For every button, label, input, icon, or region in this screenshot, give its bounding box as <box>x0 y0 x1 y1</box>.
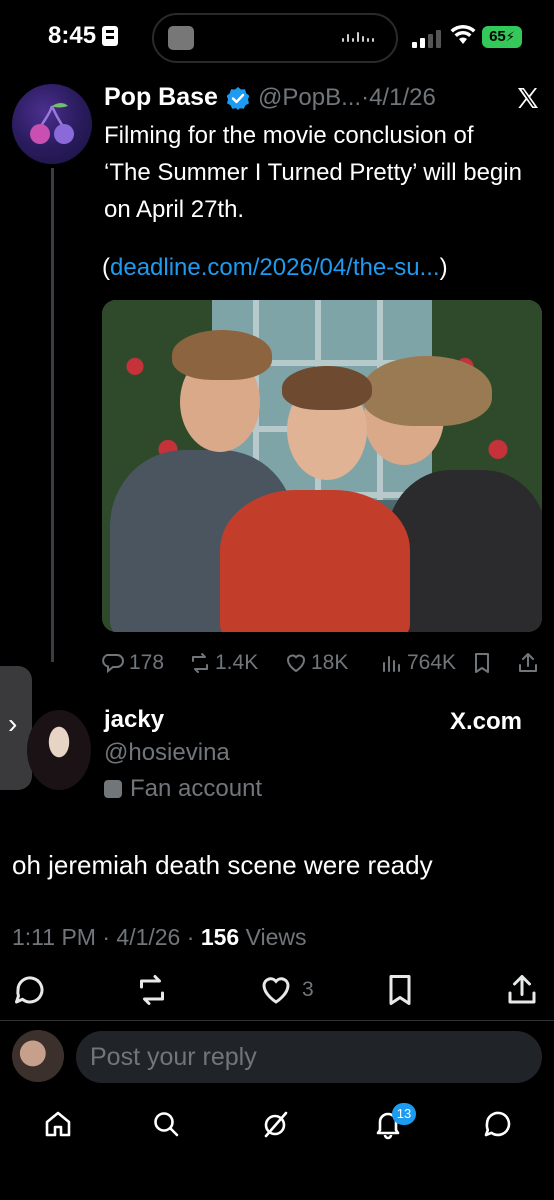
heart-icon <box>286 654 306 673</box>
link-url[interactable]: deadline.com/2026/04/the-su... <box>110 254 440 281</box>
reply-button[interactable]: 178 <box>102 648 164 678</box>
search-icon[interactable] <box>150 1108 182 1140</box>
thread-line <box>51 168 54 662</box>
id-card-icon <box>102 26 118 46</box>
avatar[interactable] <box>12 1030 64 1082</box>
tweet-link[interactable]: (deadline.com/2026/04/the-su...) <box>102 254 448 282</box>
status-bar: 8:45 65⚡ <box>0 0 554 80</box>
reply-author-handle[interactable]: @hosievina <box>104 739 230 767</box>
reply-text: oh jeremiah death scene were ready <box>12 850 433 880</box>
grok-icon[interactable] <box>260 1108 292 1140</box>
tweet-text: Filming for the movie conclusion of ‘The… <box>104 122 522 223</box>
source-label[interactable]: X.com <box>450 708 522 736</box>
dynamic-island[interactable] <box>152 13 398 63</box>
audio-wave-icon <box>342 32 376 46</box>
bottom-nav <box>0 1100 554 1150</box>
messages-icon[interactable] <box>482 1108 514 1140</box>
reply-input[interactable] <box>90 1031 520 1083</box>
reply-actions <box>0 972 554 1012</box>
avatar[interactable] <box>27 710 91 790</box>
verified-badge-icon <box>226 87 250 110</box>
bookmark-button[interactable] <box>470 648 497 678</box>
reply-icon <box>102 654 124 674</box>
views-button[interactable]: 764K <box>380 648 456 678</box>
share-icon[interactable] <box>504 972 540 1008</box>
x-logo-icon <box>518 88 538 108</box>
chevron-right-icon: › <box>8 708 18 739</box>
side-panel-tab[interactable]: › <box>0 666 32 790</box>
repost-icon <box>192 653 208 673</box>
image-person-center <box>220 490 410 632</box>
avatar[interactable] <box>12 84 92 164</box>
battery-indicator: 65⚡ <box>482 26 522 48</box>
share-button[interactable] <box>516 648 543 678</box>
charging-bolt-icon: ⚡ <box>505 29 515 44</box>
album-art-icon <box>168 26 194 50</box>
fan-account-label: Fan account <box>104 775 262 803</box>
cellular-signal-icon <box>412 28 442 48</box>
reply-composer[interactable] <box>76 1031 542 1083</box>
tweet-actions: 178 1.4K 18K 764K <box>102 648 542 678</box>
like-button[interactable]: 18K <box>284 648 348 678</box>
share-icon <box>519 653 537 672</box>
image-person-right <box>387 470 542 632</box>
repost-icon[interactable] <box>134 972 170 1008</box>
wifi-icon <box>450 24 476 44</box>
like-count: 3 <box>302 978 314 1001</box>
bookmark-icon <box>475 653 489 673</box>
cherries-icon <box>30 103 74 144</box>
analytics-icon <box>383 656 400 672</box>
mask-icon <box>104 780 122 798</box>
tweet-image[interactable] <box>102 300 542 632</box>
tweet-meta: 1:11 PM · 4/1/26 · 156 Views <box>12 924 307 950</box>
author-name[interactable]: Pop Base <box>104 83 218 112</box>
views-count: 156 <box>200 924 240 950</box>
divider <box>0 1020 554 1021</box>
bookmark-icon[interactable] <box>382 972 418 1008</box>
author-handle[interactable]: @PopB...·4/1/26 <box>258 84 436 112</box>
reply-icon[interactable] <box>12 972 48 1008</box>
repost-button[interactable]: 1.4K <box>188 648 258 678</box>
notification-badge: 13 <box>392 1103 416 1125</box>
home-icon[interactable] <box>42 1108 74 1140</box>
status-time: 8:45 <box>48 22 97 49</box>
heart-icon[interactable] <box>258 972 294 1008</box>
reply-author-name[interactable]: jacky <box>104 706 164 734</box>
